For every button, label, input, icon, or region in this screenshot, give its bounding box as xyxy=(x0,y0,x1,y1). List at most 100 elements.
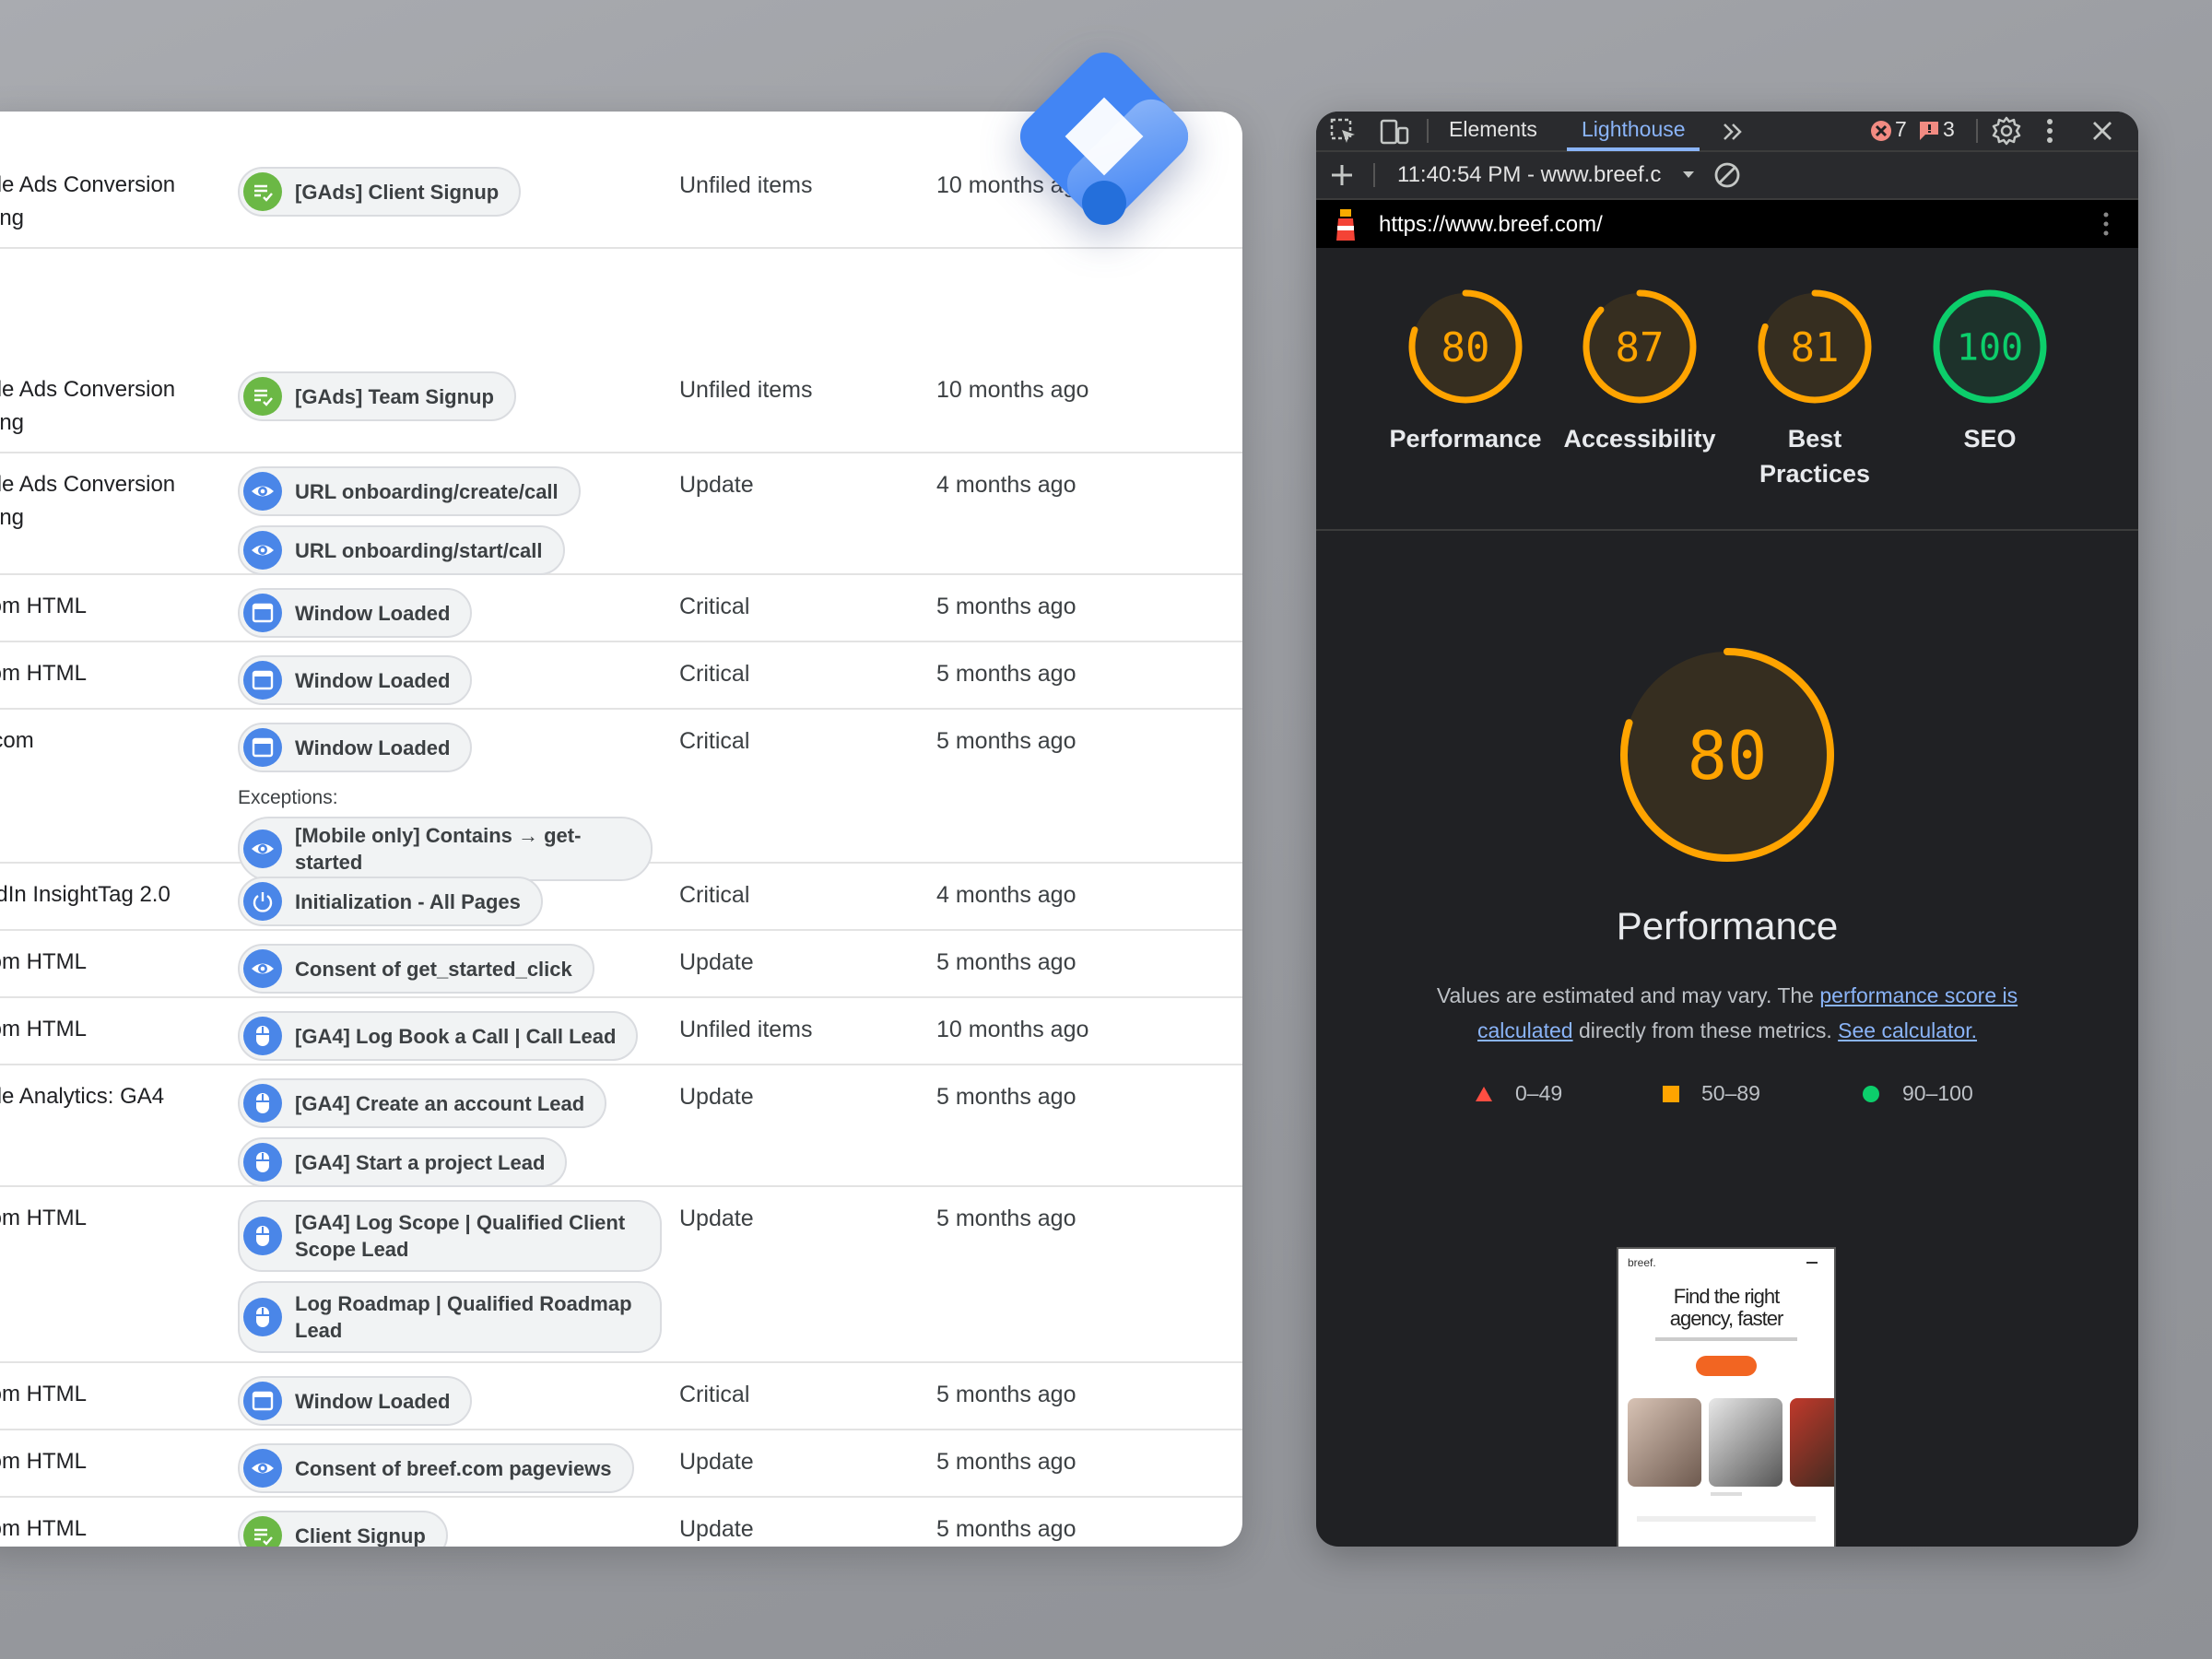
tag-type-line: cking xyxy=(0,410,25,435)
url-more-options-icon[interactable] xyxy=(2101,211,2111,237)
trigger-chip[interactable]: [GA4] Start a project Lead xyxy=(238,1137,568,1187)
tag-row[interactable]: stom HTML [GA4] Log Book a Call | Call Le… xyxy=(0,998,1242,1065)
trigger-chip[interactable]: Initialization - All Pages xyxy=(238,877,543,926)
trigger-chip[interactable]: Consent of breef.com pageviews xyxy=(238,1443,634,1493)
gauge-label[interactable]: Accessibility xyxy=(1547,421,1732,456)
trigger-chip[interactable]: Window Loaded xyxy=(238,588,473,638)
gauge-label[interactable]: SEO xyxy=(1898,421,2082,456)
thumb-subtext xyxy=(1655,1337,1797,1341)
trigger-chip[interactable]: Window Loaded xyxy=(238,655,473,705)
gauge-label[interactable]: Best Practices xyxy=(1723,421,1907,491)
more-options-kebab-icon[interactable] xyxy=(2044,117,2055,145)
tag-type-line: stom HTML xyxy=(0,1017,88,1041)
firing-triggers: [GA4] Log Book a Call | Call Lead xyxy=(238,1011,653,1070)
tag-type: kedIn InsightTag 2.0 xyxy=(0,878,217,912)
firing-triggers: Window Loaded xyxy=(238,588,653,647)
error-count[interactable]: 7 xyxy=(1895,117,1907,142)
score-gauge[interactable]: 87 xyxy=(1580,287,1700,406)
trigger-chip[interactable]: Window Loaded xyxy=(238,723,473,772)
window-loaded-icon xyxy=(243,661,282,700)
tag-folder: Critical xyxy=(679,661,750,687)
more-tabs-chevron-icon[interactable] xyxy=(1720,119,1746,145)
page-view-icon xyxy=(243,830,282,868)
trigger-chip[interactable]: [GAds] Team Signup xyxy=(238,371,516,421)
trigger-name: Window Loaded xyxy=(295,735,451,759)
new-report-plus-icon[interactable] xyxy=(1329,162,1355,188)
trigger-chip[interactable]: Log Roadmap | Qualified Roadmap Lead xyxy=(238,1281,662,1353)
device-toolbar-icon[interactable] xyxy=(1379,117,1410,147)
tag-row[interactable]: stom HTML Window Loaded Critical 5 months a… xyxy=(0,575,1242,642)
tag-type-line: stom HTML xyxy=(0,594,88,618)
tag-row[interactable]: ogle Ads Conversion cking [GAds] Team Sign… xyxy=(0,359,1242,453)
close-icon[interactable] xyxy=(2090,119,2114,143)
trigger-chip[interactable]: Consent of get_started_click xyxy=(238,944,594,994)
report-url[interactable]: https://www.breef.com/ xyxy=(1379,212,1603,238)
trigger-name: Window Loaded xyxy=(295,601,451,625)
last-edited: 5 months ago xyxy=(936,1382,1077,1407)
click-icon xyxy=(243,1143,282,1182)
tag-type-line: nt xyxy=(0,1113,217,1147)
score-gauge[interactable]: 81 xyxy=(1755,287,1875,406)
chevron-down-icon[interactable] xyxy=(1681,170,1696,181)
click-icon xyxy=(243,1217,282,1255)
thumb-headline: Find the right agency, faster xyxy=(1618,1286,1834,1330)
tag-folder: Update xyxy=(679,472,754,498)
trigger-name: Initialization - All Pages xyxy=(295,889,521,913)
tag-row[interactable]: stom HTML Consent of get_started_click Upd… xyxy=(0,931,1242,998)
tag-row[interactable]: kedIn InsightTag 2.0 Initialization - All… xyxy=(0,864,1242,931)
tag-row[interactable]: stom HTML Client SignupConsent Update > P… xyxy=(0,1498,1242,1547)
initialization-icon xyxy=(243,882,282,921)
trigger-chip[interactable]: URL onboarding/create/call xyxy=(238,466,581,516)
trigger-chip[interactable]: [GA4] Log Scope | Qualified Client Scope… xyxy=(238,1200,662,1272)
legend-range-pass: 90–100 xyxy=(1902,1081,1973,1105)
tag-row[interactable]: stom HTML [GA4] Log Scope | Qualified Cli… xyxy=(0,1187,1242,1363)
tag-folder: Critical xyxy=(679,1382,750,1407)
tag-type: stom HTML xyxy=(0,590,217,623)
issues-count[interactable]: 3 xyxy=(1943,117,1955,142)
page-view-icon xyxy=(243,531,282,570)
clear-reports-icon[interactable] xyxy=(1712,160,1742,190)
legend-range-average: 50–89 xyxy=(1701,1081,1760,1105)
tag-type-line: cking xyxy=(0,505,25,530)
inspect-element-icon[interactable] xyxy=(1329,117,1359,147)
tag-manager-logo-icon xyxy=(1019,52,1189,225)
window-loaded-icon xyxy=(243,728,282,767)
trigger-name: URL onboarding/start/call xyxy=(295,538,543,562)
tab-lighthouse[interactable]: Lighthouse xyxy=(1582,117,1686,142)
firing-triggers: URL onboarding/create/call URL onboarding… xyxy=(238,466,653,584)
tag-row[interactable]: ercomWindow LoadedExceptions:[Mobile onl… xyxy=(0,710,1242,881)
see-calculator-link[interactable]: See calculator. xyxy=(1838,1018,1977,1042)
issues-icon[interactable] xyxy=(1917,119,1941,143)
tag-row[interactable]: stom HTML Window Loaded Critical 5 months a… xyxy=(0,1363,1242,1430)
last-edited: 5 months ago xyxy=(936,1206,1077,1231)
tag-row[interactable]: stom HTML Consent of breef.com pageviews U… xyxy=(0,1430,1242,1498)
tag-row[interactable]: ogle Ads Conversion cking URL onboarding/c… xyxy=(0,453,1242,575)
trigger-chip[interactable]: Window Loaded xyxy=(238,1376,473,1426)
trigger-chip[interactable]: [GA4] Create an account Lead xyxy=(238,1078,607,1128)
devtools-panel: Elements Lighthouse 7 3 11:40:54 PM - ww… xyxy=(1316,112,2138,1547)
settings-gear-icon[interactable] xyxy=(1991,115,2022,147)
error-icon[interactable] xyxy=(1869,119,1893,143)
trigger-name: Consent of breef.com pageviews xyxy=(295,1456,612,1480)
gauge-score: 81 xyxy=(1791,324,1840,371)
performance-title: Performance xyxy=(1616,904,1839,947)
trigger-chip[interactable]: [GA4] Log Book a Call | Call Lead xyxy=(238,1011,639,1061)
tag-row[interactable]: ogle Analytics: GA4 nt [GA4] Create an acc… xyxy=(0,1065,1242,1187)
gauge-label[interactable]: Performance xyxy=(1373,421,1558,456)
firing-triggers: Consent of breef.com pageviews xyxy=(238,1443,653,1502)
exceptions-label: Exceptions: xyxy=(238,787,338,808)
gauge-score: 87 xyxy=(1616,324,1665,371)
tag-row[interactable]: stom HTML Window Loaded Critical 5 months a… xyxy=(0,642,1242,710)
thumb-pager xyxy=(1711,1492,1742,1496)
tag-folder: Update xyxy=(679,1206,754,1231)
score-gauge[interactable]: 80 xyxy=(1406,287,1525,406)
score-gauge[interactable]: 100 xyxy=(1930,287,2050,406)
trigger-chip[interactable]: URL onboarding/start/call xyxy=(238,525,565,575)
page-screenshot-thumbnail[interactable]: breef. Find the right agency, faster xyxy=(1617,1247,1836,1547)
report-selector[interactable]: 11:40:54 PM - www.breef.c xyxy=(1397,162,1661,188)
trigger-chip[interactable]: [GAds] Client Signup xyxy=(238,167,522,217)
trigger-name: [GA4] Log Book a Call | Call Lead xyxy=(295,1024,617,1048)
tab-elements[interactable]: Elements xyxy=(1449,117,1537,142)
trigger-chip[interactable]: Client Signup xyxy=(238,1511,448,1547)
tag-type-line: cking xyxy=(0,206,25,230)
